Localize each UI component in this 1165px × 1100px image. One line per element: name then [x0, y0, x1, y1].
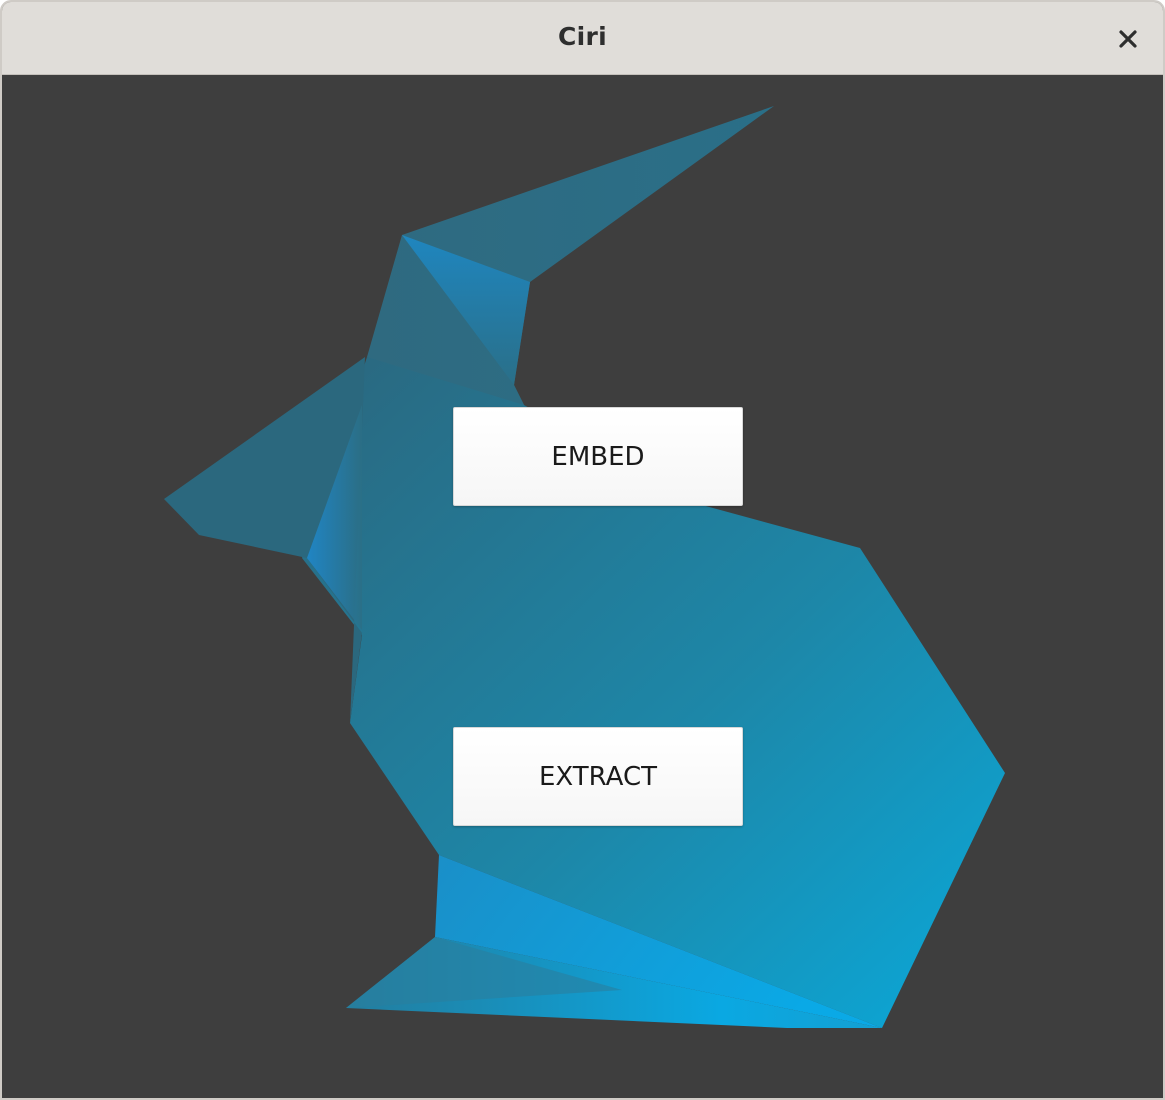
- main-content: EMBED EXTRACT: [2, 75, 1163, 1098]
- window-title: Ciri: [557, 22, 607, 51]
- low-poly-rabbit-icon: [164, 106, 1005, 1028]
- extract-button[interactable]: EXTRACT: [453, 727, 743, 826]
- embed-button[interactable]: EMBED: [453, 407, 743, 506]
- close-button[interactable]: [1113, 24, 1143, 54]
- app-window: Ciri EMBED EXTRACT: [0, 0, 1165, 1100]
- titlebar[interactable]: Ciri: [2, 2, 1163, 75]
- close-icon: [1119, 30, 1137, 48]
